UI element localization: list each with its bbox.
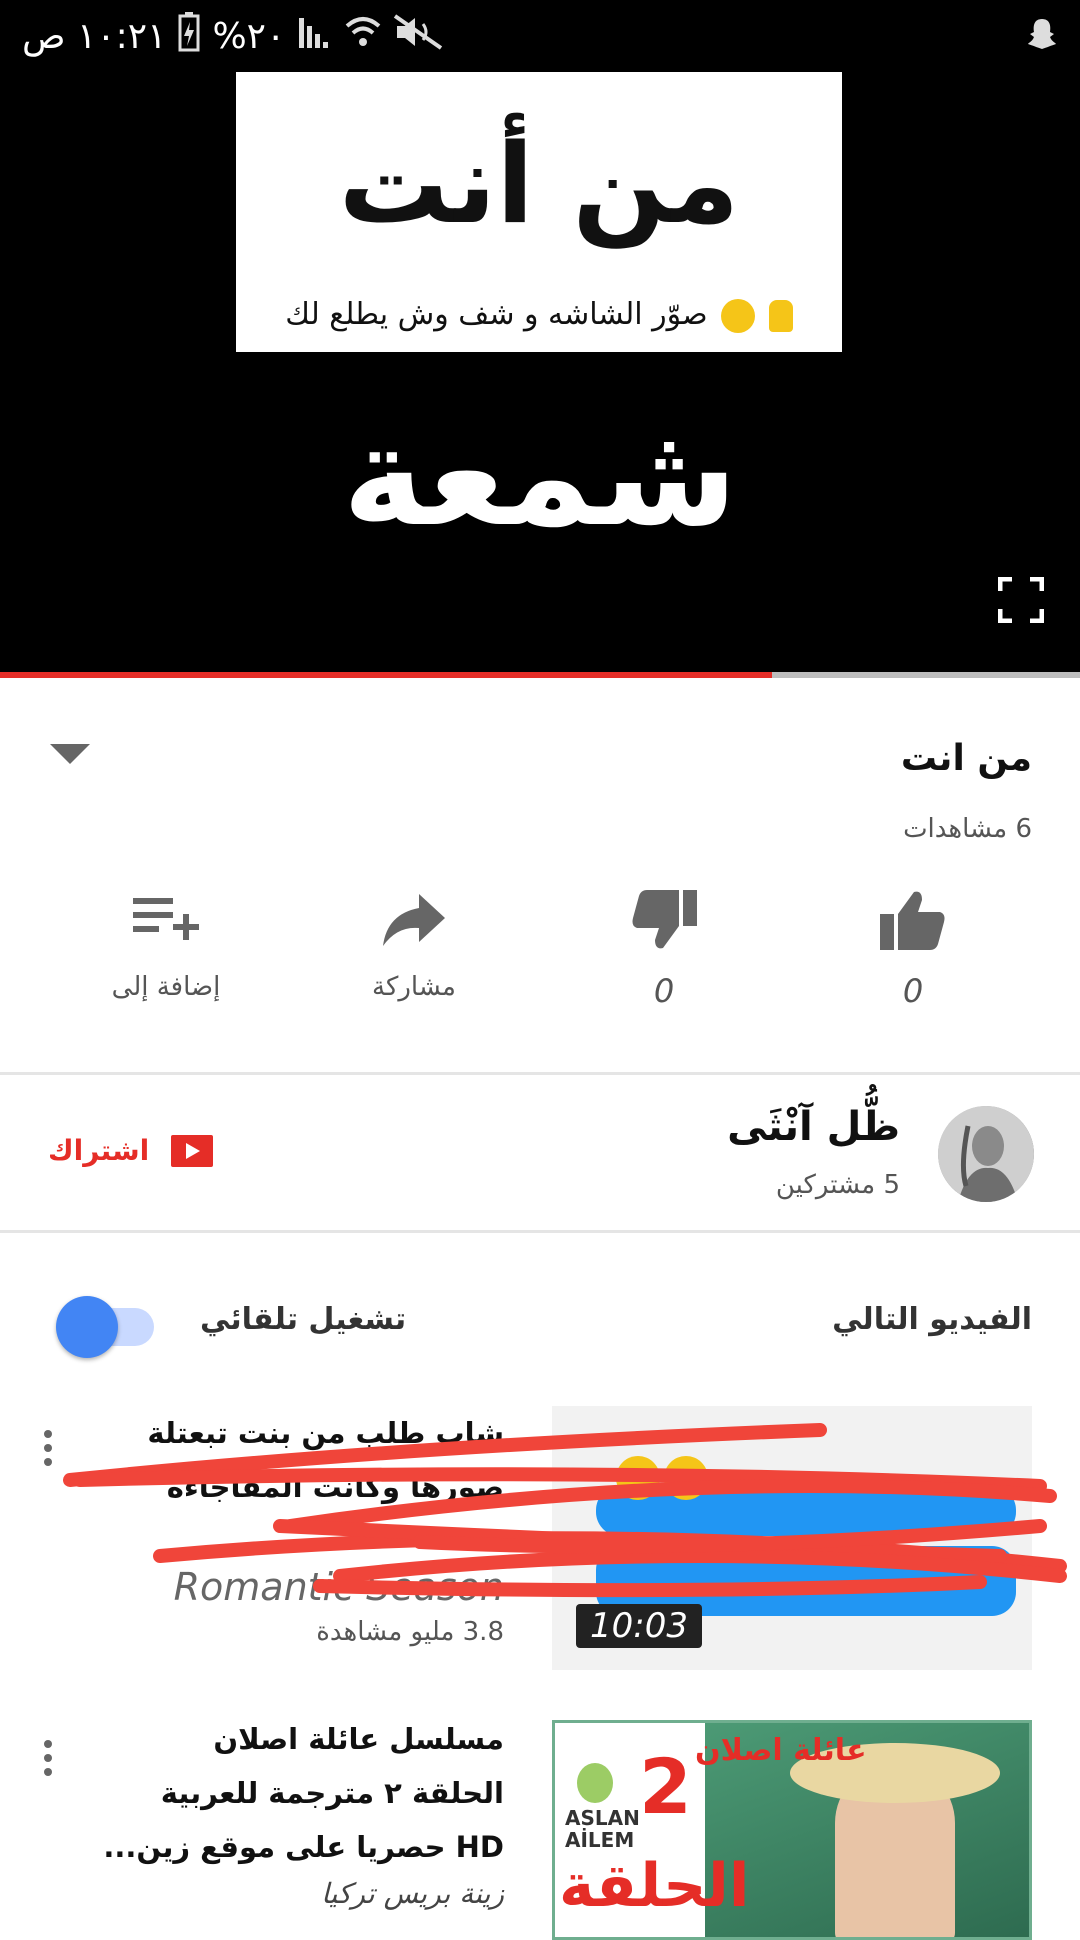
list-item-title-line: الحلقة ٢ مترجمة للعربية (160, 1776, 504, 1810)
dislike-count: 0 (653, 972, 675, 1010)
status-time: ١٠:٢١ ص (22, 15, 167, 57)
video-frame-subtitle: صوّر الشاشه و شف وش يطلع لك (236, 294, 842, 336)
fullscreen-icon[interactable] (997, 576, 1045, 624)
video-frame-subtitle-text: صوّر الشاشه و شف وش يطلع لك (285, 297, 708, 332)
thumbnail-heading: عائلة اصلان (695, 1733, 867, 1768)
autoplay-toggle-knob (56, 1296, 118, 1358)
video-frame-card: من أنت صوّر الشاشه و شف وش يطلع لك (236, 72, 842, 352)
dislike-button[interactable]: 0 (564, 888, 764, 1010)
divider (0, 1072, 1080, 1075)
subscribe-label: اشتراك (48, 1134, 150, 1167)
autoplay-label: تشغيل تلقائي (200, 1302, 407, 1337)
signal-icon (297, 14, 333, 59)
thumbs-down-icon (629, 890, 699, 956)
scribble-overlay (63, 1423, 1067, 1598)
video-player[interactable]: من أنت صوّر الشاشه و شف وش يطلع لك شمعة (0, 72, 1080, 678)
add-to-playlist-icon (131, 898, 201, 956)
battery-icon (178, 11, 200, 61)
list-item-text: مسلسل عائلة اصلان الحلقة ٢ مترجمة للعربي… (74, 1712, 504, 1914)
video-title: من انت (900, 738, 1032, 779)
share-icon (379, 894, 449, 956)
video-thumbnail[interactable]: عائلة اصلان 2 ASLAN AİLEM الحلقة (552, 1720, 1032, 1940)
laughing-emoji-icon (721, 298, 756, 333)
channel-row: ظُّل آنْثَى 5 مشتركين اشتراك (0, 1078, 1080, 1228)
mute-icon (393, 13, 443, 59)
like-button[interactable]: 0 (813, 888, 1013, 1010)
add-to-button[interactable]: إضافة إلى (66, 888, 266, 1002)
list-item[interactable]: عائلة اصلان 2 ASLAN AİLEM الحلقة مسلسل ع… (0, 1720, 1080, 1940)
subscribe-button[interactable]: اشتراك (48, 1134, 214, 1167)
add-to-label: إضافة إلى (111, 972, 221, 1002)
thumbs-up-icon (878, 891, 948, 956)
egg-logo-icon (577, 1763, 613, 1803)
list-item-channel: زينة بريس تركيا (321, 1877, 504, 1910)
hand-emoji-icon (768, 299, 793, 332)
channel-name[interactable]: ظُّل آنْثَى (727, 1104, 900, 1150)
up-next-header: الفيديو التالي تشغيل تلقائي (0, 1290, 1080, 1358)
view-count: 6 مشاهدات (903, 814, 1032, 844)
up-next-label: الفيديو التالي (832, 1302, 1032, 1337)
video-overlay-word: شمعة (342, 395, 738, 558)
share-button[interactable]: مشاركة (314, 888, 514, 1002)
divider (0, 1230, 1080, 1233)
video-progress-fill (0, 672, 773, 678)
autoplay-toggle[interactable] (56, 1296, 154, 1358)
expand-description-icon[interactable] (50, 744, 90, 764)
list-item-title-line: HD حصريا على موقع زين... (103, 1830, 504, 1864)
youtube-play-icon (171, 1134, 214, 1167)
thumbnail-number: 2 (639, 1742, 692, 1831)
more-options-icon[interactable] (44, 1740, 54, 1782)
status-bar: ١٠:٢١ ص %٢٠ (0, 0, 1080, 72)
subscriber-count: 5 مشتركين (775, 1170, 900, 1200)
thumbnail-episode: الحلقة (559, 1851, 750, 1921)
like-count: 0 (902, 972, 924, 1010)
video-actions: 0 0 مشاركة إضافة إلى (0, 888, 1080, 1038)
list-item[interactable]: 10:03 شاب طلب من بنت تبعتلة صورها وكانت … (0, 1406, 1080, 1676)
snapchat-icon (1024, 16, 1060, 56)
thumbnail-brand: ASLAN AİLEM (565, 1806, 640, 1852)
list-item-title-line: مسلسل عائلة اصلان (213, 1722, 504, 1756)
battery-percent: %٢٠ (212, 15, 286, 57)
video-progress-bar[interactable] (0, 672, 1080, 678)
wifi-icon (345, 14, 381, 59)
video-frame-title: من أنت (338, 120, 740, 248)
channel-avatar[interactable] (938, 1106, 1034, 1202)
share-label: مشاركة (372, 972, 456, 1002)
